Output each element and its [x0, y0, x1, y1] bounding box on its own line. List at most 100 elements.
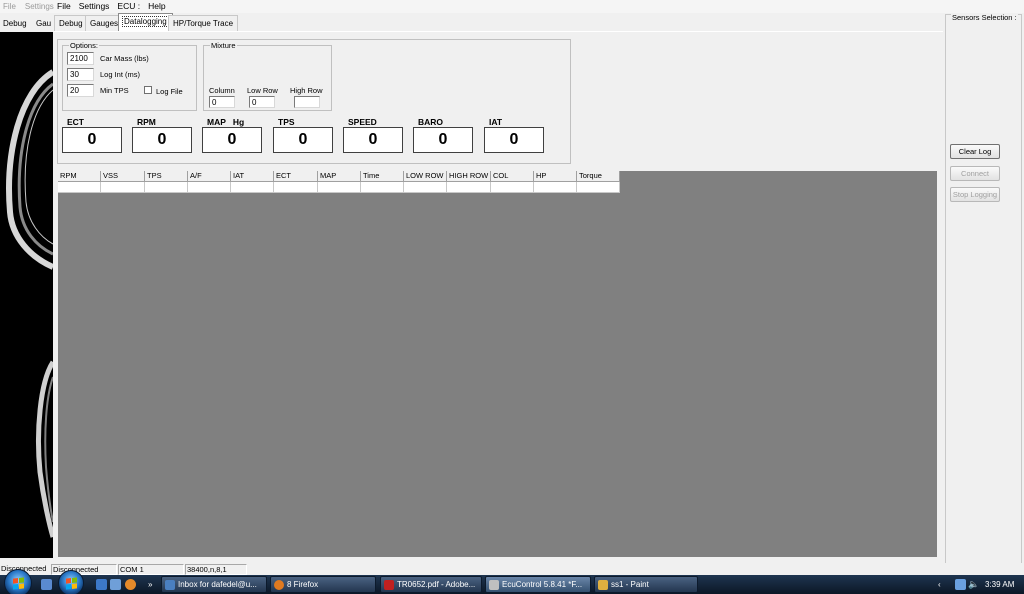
- car-mass-input[interactable]: 2100: [67, 52, 94, 65]
- rpm-value: 0: [132, 127, 192, 153]
- col-ect[interactable]: ECT: [274, 171, 318, 182]
- back-tab-debug[interactable]: Debug: [3, 19, 27, 28]
- col-map[interactable]: MAP: [318, 171, 361, 182]
- clear-log-button[interactable]: Clear Log: [950, 144, 1000, 159]
- log-file-label: Log File: [156, 87, 183, 96]
- gauge-arc-image: [6, 69, 53, 538]
- min-tps-input[interactable]: 20: [67, 84, 94, 97]
- log-interval-input[interactable]: 30: [67, 68, 94, 81]
- grid-header: RPM VSS TPS A/F IAT ECT MAP Time LOW ROW…: [58, 171, 620, 182]
- options-label: Options:: [69, 41, 99, 50]
- tps-title: TPS: [278, 117, 295, 127]
- tab-hp-torque-label: HP/Torque Trace: [173, 19, 234, 28]
- mail-icon: [165, 580, 175, 590]
- back-window-menu: File Settings: [0, 0, 56, 13]
- col-time[interactable]: Time: [361, 171, 404, 182]
- table-row[interactable]: [58, 182, 620, 193]
- min-tps-label: Min TPS: [100, 86, 129, 95]
- windows-logo-icon: [66, 577, 77, 590]
- log-interval-label: Log Int (ms): [100, 70, 141, 79]
- firefox-icon: [274, 580, 284, 590]
- tray-expand-icon[interactable]: ‹: [938, 575, 941, 594]
- map-value: 0: [202, 127, 262, 153]
- task-firefox[interactable]: 8 Firefox: [270, 576, 376, 593]
- high-row-input[interactable]: [294, 96, 320, 108]
- tab-hp-torque-trace[interactable]: HP/Torque Trace: [168, 15, 239, 31]
- ect-value: 0: [62, 127, 122, 153]
- switch-windows-icon[interactable]: [110, 579, 121, 590]
- menu-file[interactable]: File: [57, 1, 71, 11]
- sensors-selection-panel: Sensors Selection : Clear Log Connect St…: [945, 13, 1022, 566]
- speed-value: 0: [343, 127, 403, 153]
- low-row-label: Low Row: [247, 86, 278, 95]
- col-hp[interactable]: HP: [534, 171, 577, 182]
- col-rpm[interactable]: RPM: [58, 171, 101, 182]
- task-adobe[interactable]: TR0652.pdf - Adobe...: [380, 576, 482, 593]
- baro-value: 0: [413, 127, 473, 153]
- tab-debug[interactable]: Debug: [54, 15, 88, 31]
- port-status: COM 1: [118, 564, 184, 575]
- tab-gauges-label: Gauges: [90, 19, 119, 28]
- menu-bar: File Settings ECU : Help: [56, 0, 1024, 13]
- quicklaunch-chevron-icon[interactable]: »: [148, 575, 152, 594]
- iat-value: 0: [484, 127, 544, 153]
- task-paint[interactable]: ss1 - Paint: [594, 576, 698, 593]
- task-paint-label: ss1 - Paint: [611, 580, 649, 589]
- tab-datalogging[interactable]: Datalogging: [118, 13, 173, 32]
- map-title: MAP Hg: [207, 117, 245, 127]
- back-menu-file[interactable]: File: [3, 2, 16, 11]
- menu-help[interactable]: Help: [148, 1, 165, 11]
- explorer-icon[interactable]: [96, 579, 107, 590]
- menu-settings[interactable]: Settings: [79, 1, 110, 11]
- windows-logo-icon: [13, 577, 24, 590]
- back-tab-gauges[interactable]: Gau: [36, 19, 51, 28]
- task-ecucontrol[interactable]: EcuControl 5.8.41 *F...: [485, 576, 591, 593]
- column-input[interactable]: 0: [209, 96, 235, 108]
- show-desktop-icon[interactable]: [41, 579, 52, 590]
- task-firefox-label: 8 Firefox: [287, 580, 319, 589]
- paint-icon: [598, 580, 608, 590]
- col-col[interactable]: COL: [491, 171, 534, 182]
- baro-title: BARO: [418, 117, 444, 127]
- col-high-row[interactable]: HIGH ROW: [447, 171, 491, 182]
- col-tps[interactable]: TPS: [145, 171, 188, 182]
- mixture-group: Mixture Column Low Row High Row 0 0: [203, 41, 332, 111]
- serial-settings-status: 38400,n,8,1: [185, 564, 247, 575]
- status-bar: Disconnected Disconnected COM 1 38400,n,…: [0, 563, 1024, 575]
- ecu-icon: [489, 580, 499, 590]
- rpm-title: RPM: [137, 117, 156, 127]
- ect-title: ECT: [67, 117, 84, 127]
- col-iat[interactable]: IAT: [231, 171, 274, 182]
- speed-title: SPEED: [348, 117, 377, 127]
- low-row-input[interactable]: 0: [249, 96, 275, 108]
- options-group: Options: 2100 Car Mass (lbs) 30 Log Int …: [62, 41, 197, 111]
- network-icon[interactable]: [955, 579, 966, 590]
- back-window-tabs: Debug Gau: [0, 14, 56, 32]
- column-label: Column: [209, 86, 235, 95]
- datalog-grid[interactable]: RPM VSS TPS A/F IAT ECT MAP Time LOW ROW…: [58, 171, 937, 557]
- car-mass-label: Car Mass (lbs): [100, 54, 149, 63]
- col-low-row[interactable]: LOW ROW: [404, 171, 447, 182]
- pdf-icon: [384, 580, 394, 590]
- task-adobe-label: TR0652.pdf - Adobe...: [397, 580, 476, 589]
- start-orb-secondary[interactable]: [58, 570, 84, 594]
- task-inbox[interactable]: Inbox for dafedel@u...: [161, 576, 267, 593]
- back-menu-settings[interactable]: Settings: [25, 2, 54, 11]
- connect-button[interactable]: Connect: [950, 166, 1000, 181]
- stop-logging-button[interactable]: Stop Logging: [950, 187, 1000, 202]
- iat-title: IAT: [489, 117, 503, 127]
- col-vss[interactable]: VSS: [101, 171, 145, 182]
- tps-value: 0: [273, 127, 333, 153]
- sensors-selection-label: Sensors Selection :: [951, 13, 1018, 22]
- log-file-checkbox[interactable]: [144, 86, 152, 94]
- col-af[interactable]: A/F: [188, 171, 231, 182]
- task-inbox-label: Inbox for dafedel@u...: [178, 580, 257, 589]
- firefox-icon[interactable]: [125, 579, 136, 590]
- clock[interactable]: 3:39 AM: [985, 575, 1014, 594]
- menu-ecu[interactable]: ECU :: [117, 1, 140, 11]
- high-row-label: High Row: [290, 86, 323, 95]
- col-torque[interactable]: Torque: [577, 171, 620, 182]
- gauge-background-image: [0, 32, 53, 558]
- volume-icon[interactable]: 🔈: [968, 575, 979, 594]
- start-button[interactable]: [4, 569, 32, 594]
